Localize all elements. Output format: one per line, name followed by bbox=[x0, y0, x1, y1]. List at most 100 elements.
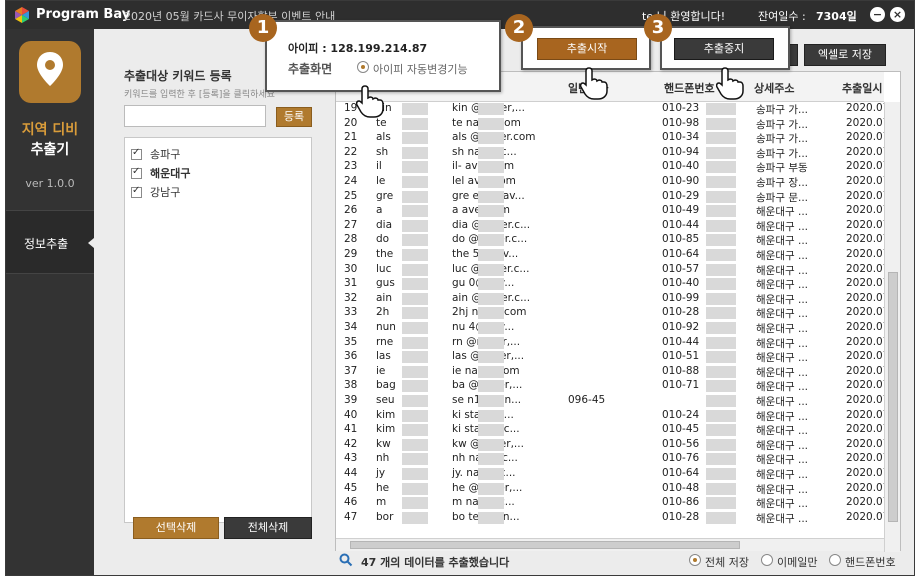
keyword-item[interactable]: 송파구 bbox=[131, 146, 180, 162]
table-row[interactable]: 28dodo @naver.c...010-85해운대구 ...2020.07. bbox=[336, 233, 884, 248]
cell-date: 2020.07. bbox=[846, 481, 884, 494]
close-button[interactable]: × bbox=[890, 7, 905, 22]
table-row[interactable]: 40kimki station,...010-24해운대구 ...2020.07… bbox=[336, 409, 884, 424]
redacted-block bbox=[402, 424, 428, 437]
table-row[interactable]: 36laslas @naver,...010-51해운대구 ...2020.07… bbox=[336, 350, 884, 365]
cell-id: te bbox=[376, 116, 387, 129]
col-header-date[interactable]: 추출일시 bbox=[842, 80, 882, 96]
table-row[interactable]: 41kimki station.c...010-45해운대구 ...2020.0… bbox=[336, 423, 884, 438]
redacted-block bbox=[706, 351, 736, 364]
delete-all-button[interactable]: 전체삭제 bbox=[224, 517, 312, 539]
table-row[interactable]: 22shsh naver,c...010-94송파구 가...2020.07. bbox=[336, 146, 884, 161]
table-row[interactable]: 44jyjy. naver,c...010-64해운대구 ...2020.07. bbox=[336, 467, 884, 482]
vertical-scrollbar[interactable] bbox=[884, 102, 900, 552]
table-row[interactable]: 39seuse n112@n...096-45해운대구 ...2020.07. bbox=[336, 394, 884, 409]
cell-mobile: 010-49 bbox=[662, 204, 700, 217]
cell-mobile: 010-99 bbox=[662, 291, 700, 304]
table-row[interactable]: 45hehe @naver,...010-48해운대구 ...2020.07. bbox=[336, 482, 884, 497]
col-header-mobile[interactable]: 핸드폰번호 bbox=[664, 80, 715, 96]
redacted-block bbox=[402, 322, 428, 334]
horizontal-scroll-thumb[interactable] bbox=[350, 541, 740, 549]
table-row[interactable]: 21alsals @naver.com010-34송파구 가...2020.07… bbox=[336, 131, 884, 146]
redacted-block bbox=[706, 132, 736, 145]
redacted-block bbox=[402, 365, 428, 378]
redacted-block bbox=[402, 117, 428, 130]
redacted-block bbox=[402, 219, 428, 232]
keyword-item[interactable]: 강남구 bbox=[131, 184, 180, 200]
cell-address: 해운대구 ... bbox=[756, 337, 808, 350]
keyword-item[interactable]: 해운대구 bbox=[131, 165, 190, 181]
cell-no: 45 bbox=[344, 481, 358, 494]
redacted-block bbox=[478, 234, 504, 247]
cell-mobile: 010-40 bbox=[662, 277, 700, 290]
save-excel-button[interactable]: 엑셀로 저장 bbox=[804, 44, 886, 66]
table-row[interactable]: 32ainain @naver.c...010-99해운대구 ...2020.0… bbox=[336, 292, 884, 307]
cell-address: 해운대구 ... bbox=[756, 483, 808, 496]
table-row[interactable]: 19kinkin @naver,...010-23송파구 가...2020.07… bbox=[336, 102, 884, 117]
table-row[interactable]: 46mm naver,c...010-86해운대구 ...2020.07. bbox=[336, 496, 884, 511]
redacted-block bbox=[478, 249, 504, 261]
table-row[interactable]: 35rnern @naver,...010-44해운대구 ...2020.07. bbox=[336, 336, 884, 351]
cell-date: 2020.07. bbox=[846, 496, 884, 509]
cell-no: 40 bbox=[344, 408, 358, 421]
cell-date: 2020.07. bbox=[846, 321, 884, 333]
redacted-block bbox=[478, 380, 504, 393]
keyword-input[interactable] bbox=[124, 105, 266, 127]
table-row[interactable]: 332h2hj naver.com010-28해운대구 ...2020.07. bbox=[336, 306, 884, 321]
redacted-block bbox=[402, 132, 428, 145]
redacted-block bbox=[706, 424, 736, 437]
programbay-logo-icon bbox=[15, 7, 29, 23]
horizontal-scrollbar[interactable] bbox=[336, 538, 884, 551]
cell-address: 해운대구 ... bbox=[756, 235, 808, 248]
vertical-scroll-thumb[interactable] bbox=[888, 272, 898, 522]
cell-date: 2020.07. bbox=[846, 408, 884, 421]
delete-selected-button[interactable]: 선택삭제 bbox=[133, 517, 219, 539]
search-icon bbox=[339, 553, 353, 567]
email-only-radio[interactable] bbox=[761, 554, 773, 566]
table-row[interactable]: 27diadia @naver.c...010-44해운대구 ...2020.0… bbox=[336, 219, 884, 234]
table-row[interactable]: 47borbo te78@n...010-28해운대구 ...2020.07. bbox=[336, 511, 884, 526]
table-row[interactable]: 42kwkw @naver,...010-56해운대구 ...2020.07. bbox=[336, 438, 884, 453]
table-row[interactable]: 37ieie naver.com010-88해운대구 ...2020.07. bbox=[336, 365, 884, 380]
table-row[interactable]: 30lucluc @naver.c...010-57해운대구 ...2020.0… bbox=[336, 263, 884, 278]
redacted-block bbox=[478, 190, 504, 203]
register-button[interactable]: 등록 bbox=[276, 107, 312, 127]
auto-ip-radio[interactable] bbox=[357, 61, 369, 73]
redacted-block bbox=[402, 468, 428, 480]
stop-extract-button[interactable]: 추출중지 bbox=[674, 38, 774, 60]
cell-no: 38 bbox=[344, 379, 358, 392]
table-row[interactable]: 38bagba @naver,...010-71해운대구 ...2020.07. bbox=[336, 379, 884, 394]
cell-id: nh bbox=[376, 452, 390, 465]
table-row[interactable]: 29thethe 5@nav...010-64해운대구 ...2020.07. bbox=[336, 248, 884, 263]
table-row[interactable]: 25gregre ed@nav...010-29송파구 문...2020.07. bbox=[336, 190, 884, 205]
table-row[interactable]: 20tete naver.com010-98송파구 가...2020.07. bbox=[336, 117, 884, 132]
cell-id: 2h bbox=[376, 306, 390, 319]
start-extract-button[interactable]: 추출시작 bbox=[537, 38, 637, 60]
table-row[interactable]: 23ilil- aver,com010-40송파구 부동2020.07. bbox=[336, 160, 884, 175]
table-row[interactable]: 43nhnh naver,c...010-76해운대구 ...2020.07. bbox=[336, 452, 884, 467]
save-all-radio[interactable] bbox=[689, 554, 701, 566]
redacted-block bbox=[706, 205, 736, 218]
sidebar-item-info-extract[interactable]: 정보추출 bbox=[6, 210, 94, 274]
redacted-block bbox=[706, 482, 736, 495]
phone-only-radio[interactable] bbox=[829, 554, 841, 566]
table-row[interactable]: 24lelel aver.com010-90송파구 장...2020.07. bbox=[336, 175, 884, 190]
table-row[interactable]: 26aa aver.com010-49해운대구 ...2020.07. bbox=[336, 204, 884, 219]
redacted-block bbox=[706, 103, 736, 115]
keyword-panel-title: 추출대상 키워드 등록 bbox=[124, 69, 232, 83]
table-row[interactable]: 31gusgu 0@nav...010-40해운대구 ...2020.07. bbox=[336, 277, 884, 292]
redacted-block bbox=[402, 453, 428, 466]
cell-date: 2020.07. bbox=[846, 306, 884, 319]
cell-id: luc bbox=[376, 262, 392, 275]
keyword-label: 송파구 bbox=[150, 148, 181, 161]
col-header-address[interactable]: 상세주소 bbox=[754, 80, 794, 96]
redacted-block bbox=[706, 307, 736, 320]
keyword-checkbox[interactable] bbox=[131, 147, 142, 160]
table-row[interactable]: 34nunnu 4@nav...010-92해운대구 ...2020.07. bbox=[336, 321, 884, 336]
keyword-checkbox[interactable] bbox=[131, 166, 142, 179]
cell-mobile: 010-76 bbox=[662, 452, 700, 465]
cell-no: 46 bbox=[344, 496, 358, 509]
minimize-button[interactable]: − bbox=[870, 7, 885, 22]
keyword-checkbox[interactable] bbox=[131, 185, 142, 198]
redacted-block bbox=[478, 468, 504, 480]
